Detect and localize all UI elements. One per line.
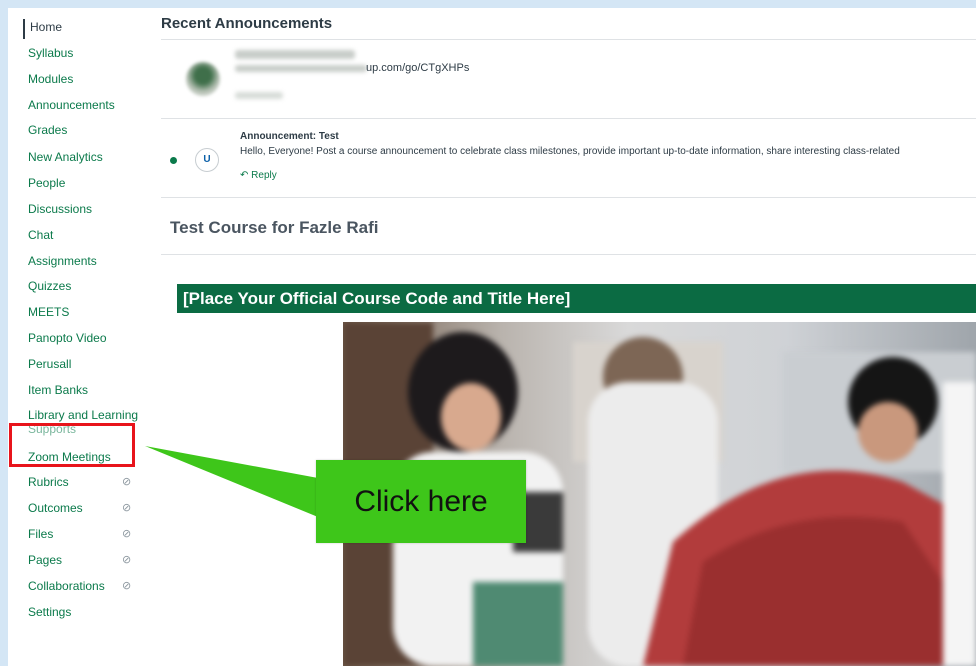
nav-chat[interactable]: Chat [28,227,148,247]
nav-syllabus[interactable]: Syllabus [28,45,148,65]
course-navigation: Home Syllabus Modules Announcements Grad… [8,8,158,666]
recent-announcements-heading: Recent Announcements [161,15,333,32]
nav-modules[interactable]: Modules [28,71,148,91]
eye-slash-icon: ⊘ [122,554,132,566]
eye-slash-icon: ⊘ [122,502,132,514]
nav-perusall[interactable]: Perusall [28,356,148,376]
nav-home[interactable]: Home [23,19,150,39]
eye-slash-icon: ⊘ [122,580,132,592]
avatar [186,62,220,96]
canvas-course-page: Home Syllabus Modules Announcements Grad… [8,8,976,666]
nav-item-banks[interactable]: Item Banks [28,382,148,402]
nav-meets[interactable]: MEETS [28,304,148,324]
divider [161,118,976,119]
click-here-callout: Click here [316,460,526,543]
blurred-text [235,65,367,72]
avatar: U [195,148,219,172]
reply-link[interactable]: ↶ Reply [240,170,277,181]
nav-files[interactable]: Files ⊘ [28,526,148,546]
nav-assignments[interactable]: Assignments [28,253,148,273]
announcement-body: Hello, Everyone! Post a course announcem… [240,146,900,157]
course-banner: [Place Your Official Course Code and Tit… [177,284,976,313]
nav-library-and-learning-supports[interactable]: Library and Learning Supports [28,408,143,436]
nav-quizzes[interactable]: Quizzes [28,278,148,298]
course-home-content: Recent Announcements up.com/go/CTgXHPs U… [161,8,976,666]
announcement-title[interactable]: Announcement: Test [240,131,339,142]
unread-indicator [170,157,177,164]
reply-arrow-icon: ↶ [240,170,249,181]
divider [161,197,976,198]
course-title: Test Course for Fazle Rafi [170,218,379,237]
nav-outcomes[interactable]: Outcomes ⊘ [28,500,148,520]
nav-zoom-meetings[interactable]: Zoom Meetings [28,449,148,469]
announcement-link-text[interactable]: up.com/go/CTgXHPs [366,62,469,74]
eye-slash-icon: ⊘ [122,476,132,488]
nav-people[interactable]: People [28,175,148,195]
nav-collaborations[interactable]: Collaborations ⊘ [28,578,148,598]
nav-discussions[interactable]: Discussions [28,201,148,221]
nav-pages[interactable]: Pages ⊘ [28,552,148,572]
nav-panopto-video[interactable]: Panopto Video [28,330,148,350]
divider [161,39,976,40]
divider [161,254,976,255]
blurred-reply [235,92,283,99]
nav-settings[interactable]: Settings [28,604,148,624]
eye-slash-icon: ⊘ [122,528,132,540]
nav-rubrics[interactable]: Rubrics ⊘ [28,474,148,494]
nav-new-analytics[interactable]: New Analytics [28,149,148,169]
blurred-title [235,50,355,59]
nav-announcements[interactable]: Announcements [28,97,148,117]
nav-grades[interactable]: Grades [28,122,148,142]
